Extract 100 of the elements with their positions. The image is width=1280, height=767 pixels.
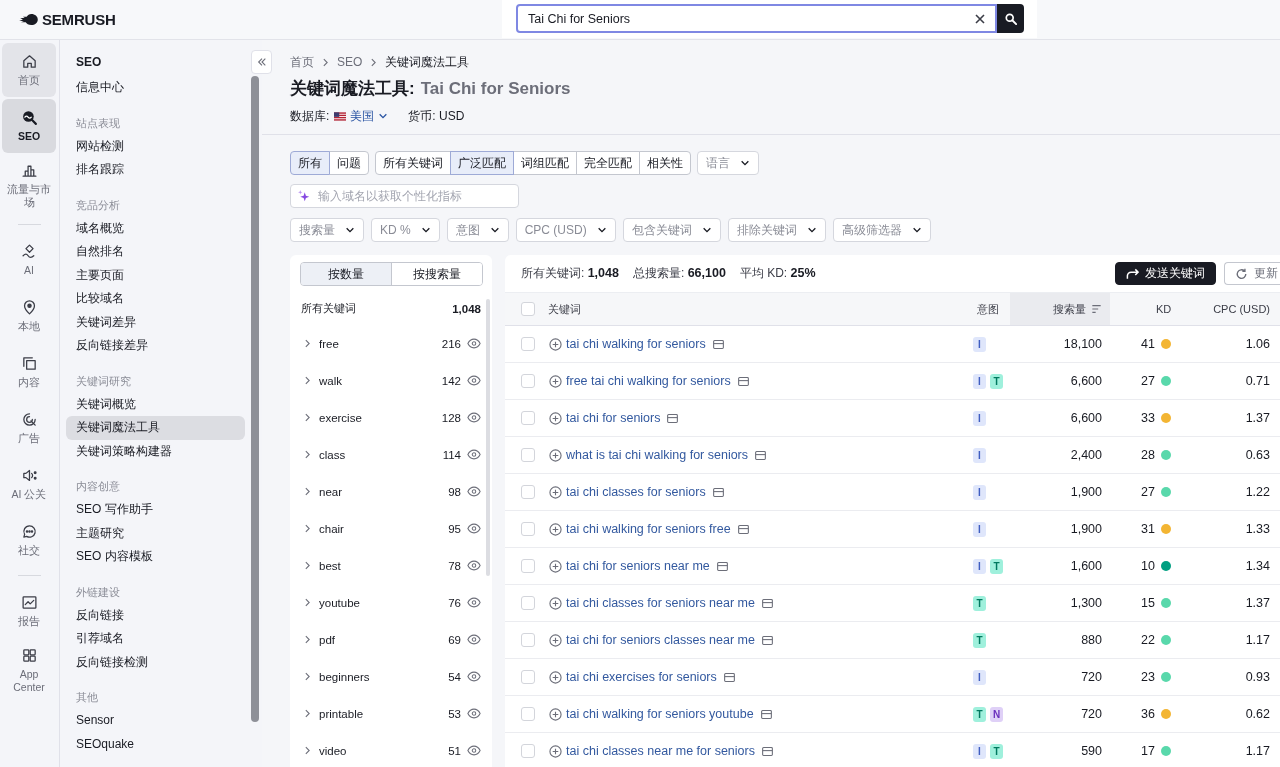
keyword-link[interactable]: tai chi classes for seniors <box>566 485 706 499</box>
match-tab[interactable]: 词组匹配 <box>513 151 577 175</box>
search-button[interactable] <box>997 4 1024 33</box>
eye-icon[interactable] <box>467 597 481 608</box>
collapse-button[interactable] <box>251 50 272 74</box>
sidebar-item[interactable]: SEO 内容模板 <box>66 545 245 569</box>
rail-item[interactable]: 流量与市场 <box>2 155 56 216</box>
sidebar-item[interactable]: 关键词魔法工具 <box>66 416 245 440</box>
row-checkbox[interactable] <box>521 744 535 758</box>
plus-circle-icon[interactable] <box>549 337 562 351</box>
match-tab[interactable]: 所有 <box>290 151 330 175</box>
filter-dropdown[interactable]: 包含关键词 <box>622 218 721 242</box>
window-icon[interactable] <box>737 376 749 386</box>
group-label[interactable]: exercise <box>319 411 362 424</box>
rail-item[interactable]: 社交 <box>2 513 56 567</box>
column-header[interactable]: CPC (USD) <box>1200 293 1280 325</box>
filter-dropdown[interactable]: 排除关键词 <box>727 218 826 242</box>
group-label[interactable]: beginners <box>319 670 370 683</box>
fireball-logo-icon[interactable] <box>18 12 39 26</box>
column-header[interactable]: 搜索量 <box>1010 293 1110 325</box>
group-label[interactable]: 所有关键词 <box>301 302 356 316</box>
group-label[interactable]: youtube <box>319 596 360 609</box>
database-dropdown[interactable]: 美国 <box>329 107 389 125</box>
keyword-link[interactable]: tai chi classes near me for seniors <box>566 744 755 758</box>
filter-dropdown[interactable]: 高级筛选器 <box>832 218 931 242</box>
keyword-link[interactable]: tai chi walking for seniors <box>566 337 706 351</box>
match-tab[interactable]: 相关性 <box>639 151 691 175</box>
breadcrumb-link[interactable]: SEO <box>337 55 363 69</box>
column-header[interactable]: 意图 <box>960 293 1010 325</box>
chevron-right-icon[interactable] <box>305 746 310 755</box>
row-checkbox[interactable] <box>521 337 535 351</box>
update-button[interactable]: 更新 <box>1224 262 1280 285</box>
column-header[interactable]: KD <box>1110 293 1200 325</box>
row-checkbox[interactable] <box>521 374 535 388</box>
chevron-right-icon[interactable] <box>305 450 310 459</box>
window-icon[interactable] <box>712 487 724 497</box>
window-icon[interactable] <box>737 524 749 534</box>
sidebar-item[interactable]: 自然排名 <box>66 240 245 264</box>
window-icon[interactable] <box>760 709 772 719</box>
rail-item[interactable]: AI 公关 <box>2 457 56 511</box>
plus-circle-icon[interactable] <box>549 448 562 462</box>
sidebar-item[interactable]: 反向链接 <box>66 603 245 627</box>
chevron-right-icon[interactable] <box>305 709 310 718</box>
rail-item[interactable]: 内容 <box>2 345 56 399</box>
window-icon[interactable] <box>755 450 767 460</box>
plus-circle-icon[interactable] <box>549 374 562 388</box>
chevron-right-icon[interactable] <box>305 635 310 644</box>
eye-icon[interactable] <box>467 375 481 386</box>
group-label[interactable]: best <box>319 559 341 572</box>
chevron-right-icon[interactable] <box>305 561 310 570</box>
plus-circle-icon[interactable] <box>549 411 562 425</box>
rail-item[interactable]: 首页 <box>2 43 56 97</box>
keyword-link[interactable]: tai chi for seniors classes near me <box>566 633 755 647</box>
eye-icon[interactable] <box>467 708 481 719</box>
match-tab[interactable]: 所有关键词 <box>375 151 451 175</box>
filter-dropdown[interactable]: 意图 <box>446 218 509 242</box>
chevron-right-icon[interactable] <box>305 413 310 422</box>
select-all-checkbox[interactable] <box>521 302 535 316</box>
chevron-right-icon[interactable] <box>305 376 310 385</box>
rail-item[interactable]: AI <box>2 233 56 287</box>
send-keywords-button[interactable]: 发送关键词 <box>1115 262 1216 285</box>
language-dropdown[interactable]: 语言 <box>697 151 759 175</box>
row-checkbox[interactable] <box>521 596 535 610</box>
chevron-right-icon[interactable] <box>305 524 310 533</box>
eye-icon[interactable] <box>467 671 481 682</box>
eye-icon[interactable] <box>467 560 481 571</box>
filter-dropdown[interactable]: 搜索量 <box>290 218 364 242</box>
plus-circle-icon[interactable] <box>549 670 562 684</box>
keyword-link[interactable]: tai chi for seniors near me <box>566 559 710 573</box>
close-icon[interactable] <box>975 14 985 24</box>
sidebar-item[interactable]: 主题研究 <box>66 521 245 545</box>
keyword-link[interactable]: tai chi exercises for seniors <box>566 670 717 684</box>
sidebar-item[interactable]: 引荐域名 <box>66 627 245 651</box>
plus-circle-icon[interactable] <box>549 559 562 573</box>
eye-icon[interactable] <box>467 486 481 497</box>
window-icon[interactable] <box>723 672 735 682</box>
row-checkbox[interactable] <box>521 633 535 647</box>
eye-icon[interactable] <box>467 412 481 423</box>
match-tab[interactable]: 完全匹配 <box>576 151 640 175</box>
chevron-right-icon[interactable] <box>305 598 310 607</box>
group-label[interactable]: class <box>319 448 346 461</box>
window-icon[interactable] <box>667 413 679 423</box>
sidebar-item[interactable]: 关键词差异 <box>66 310 245 334</box>
domain-field[interactable]: 输入域名以获取个性化指标 <box>290 184 519 208</box>
group-label[interactable]: chair <box>319 522 344 535</box>
keyword-link[interactable]: free tai chi walking for seniors <box>566 374 731 388</box>
window-icon[interactable] <box>761 635 773 645</box>
sidebar-item[interactable]: 排名跟踪 <box>66 158 245 182</box>
group-label[interactable]: video <box>319 744 347 757</box>
sidebar-item[interactable]: SEO 写作助手 <box>66 498 245 522</box>
keyword-link[interactable]: tai chi classes for seniors near me <box>566 596 755 610</box>
column-header[interactable]: 关键词 <box>541 293 960 325</box>
row-checkbox[interactable] <box>521 448 535 462</box>
group-toggle[interactable]: 按数量 <box>301 263 392 285</box>
plus-circle-icon[interactable] <box>549 485 562 499</box>
sidebar-item[interactable]: Sensor <box>66 709 245 733</box>
eye-icon[interactable] <box>467 449 481 460</box>
chevron-right-icon[interactable] <box>305 487 310 496</box>
row-checkbox[interactable] <box>521 670 535 684</box>
chevron-right-icon[interactable] <box>305 672 310 681</box>
